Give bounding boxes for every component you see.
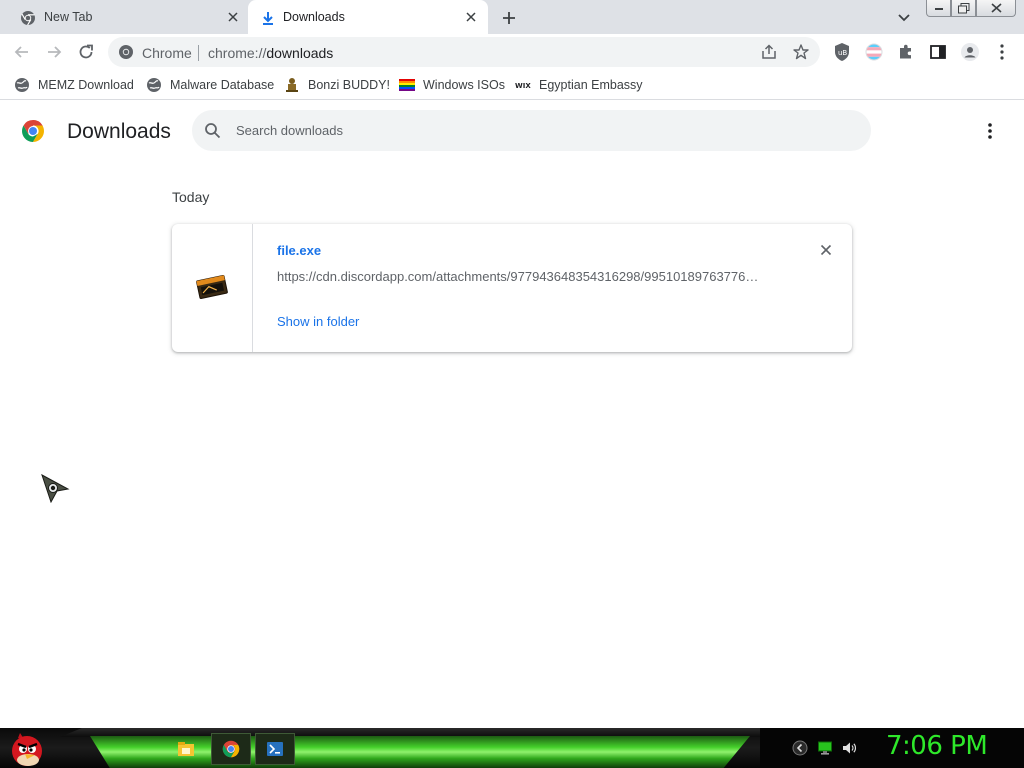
executable-file-icon <box>196 274 228 300</box>
forward-arrow-icon[interactable] <box>44 42 64 62</box>
url-host: downloads <box>266 45 334 61</box>
back-arrow-icon[interactable] <box>12 42 32 62</box>
tray-chevron-icon[interactable] <box>792 740 808 756</box>
globe-icon <box>14 77 30 93</box>
window-controls <box>926 0 1016 18</box>
wix-icon: WIX <box>515 77 531 93</box>
file-name-link[interactable]: file.exe <box>277 243 321 258</box>
bookmark-label: Malware Database <box>170 78 275 92</box>
tab-new-tab[interactable]: New Tab <box>0 0 248 34</box>
search-icon <box>205 123 221 139</box>
taskbar-file-explorer[interactable] <box>166 733 206 765</box>
chrome-icon <box>222 740 240 758</box>
download-icon <box>263 12 273 25</box>
taskbar-clock[interactable]: 7:06 PM <box>886 731 988 761</box>
reload-icon[interactable] <box>76 42 96 62</box>
bonzi-icon <box>284 77 300 93</box>
address-bar[interactable]: Chrome chrome://downloads <box>108 37 820 67</box>
bookmark-label: Windows ISOs <box>423 78 505 92</box>
chrome-logo-icon <box>22 120 44 142</box>
taskbar: 7:06 PM <box>0 728 1024 768</box>
bookmark-memz-download[interactable]: MEMZ Download <box>14 76 134 94</box>
share-icon[interactable] <box>760 43 778 61</box>
page-title: Downloads <box>67 120 171 143</box>
close-icon <box>820 244 832 256</box>
file-source-url[interactable]: https://cdn.discordapp.com/attachments/9… <box>277 269 777 284</box>
side-panel-icon[interactable] <box>928 42 948 62</box>
search-bar[interactable] <box>192 110 871 151</box>
start-button-angry-bird-icon[interactable] <box>6 729 46 767</box>
file-explorer-icon <box>178 742 194 756</box>
svg-text:WIX: WIX <box>515 82 531 90</box>
downloads-page: Downloads Today file.exe https://cdn.dis… <box>0 101 1024 728</box>
taskbar-chrome[interactable] <box>211 733 251 765</box>
close-tab-icon[interactable] <box>224 8 242 26</box>
profile-avatar-icon[interactable] <box>960 42 980 62</box>
plus-icon <box>503 12 515 24</box>
date-heading: Today <box>172 189 210 205</box>
search-input[interactable] <box>236 110 856 151</box>
bookmark-egyptian-embassy[interactable]: WIX Egyptian Embassy <box>515 76 643 94</box>
network-monitor-icon[interactable] <box>817 740 833 756</box>
chrome-icon[interactable] <box>118 44 134 60</box>
mouse-cursor-icon <box>41 473 70 503</box>
download-item-card: file.exe https://cdn.discordapp.com/atta… <box>172 224 852 352</box>
url-text[interactable]: chrome://downloads <box>208 45 333 61</box>
ublock-icon[interactable]: uB <box>832 42 852 62</box>
taskbar-powershell[interactable] <box>255 733 295 765</box>
tab-label: Downloads <box>283 10 345 24</box>
bookmark-windows-isos[interactable]: Windows ISOs <box>399 76 505 94</box>
rainbow-flag-icon <box>399 77 415 93</box>
chevron-down-icon[interactable] <box>895 9 913 27</box>
bookmark-malware-database[interactable]: Malware Database <box>146 76 274 94</box>
more-vertical-icon[interactable] <box>992 42 1012 62</box>
globe-icon <box>146 77 162 93</box>
star-icon[interactable] <box>792 43 810 61</box>
powershell-icon <box>267 742 283 756</box>
svg-text:uB: uB <box>838 49 847 57</box>
tab-downloads[interactable]: Downloads <box>248 0 488 34</box>
new-tab-button[interactable] <box>498 7 520 29</box>
remove-download-button[interactable] <box>817 241 835 259</box>
restore-button[interactable] <box>951 0 976 17</box>
chrome-icon <box>21 11 35 26</box>
bookmark-label: MEMZ Download <box>38 78 134 92</box>
minimize-button[interactable] <box>926 0 951 17</box>
bookmark-label: Egyptian Embassy <box>539 78 643 92</box>
url-scheme: chrome:// <box>208 45 267 61</box>
extensions-puzzle-icon[interactable] <box>896 42 916 62</box>
show-in-folder-link[interactable]: Show in folder <box>277 314 359 329</box>
trans-flag-icon[interactable] <box>864 42 884 62</box>
bookmarks-bar: MEMZ Download Malware Database Bonzi BUD… <box>0 70 1024 100</box>
toolbar: Chrome chrome://downloads uB <box>0 34 1024 70</box>
bookmark-label: Bonzi BUDDY! <box>308 78 390 92</box>
volume-icon[interactable] <box>841 740 857 756</box>
site-chip: Chrome <box>142 45 192 61</box>
close-tab-icon[interactable] <box>462 8 480 26</box>
more-vertical-icon[interactable] <box>980 120 1000 142</box>
tab-strip: New Tab Downloads <box>0 0 1024 34</box>
divider <box>198 45 199 61</box>
close-window-button[interactable] <box>976 0 1016 17</box>
tab-label: New Tab <box>44 10 93 24</box>
file-icon-container <box>172 224 253 352</box>
bookmark-bonzi-buddy[interactable]: Bonzi BUDDY! <box>284 76 390 94</box>
